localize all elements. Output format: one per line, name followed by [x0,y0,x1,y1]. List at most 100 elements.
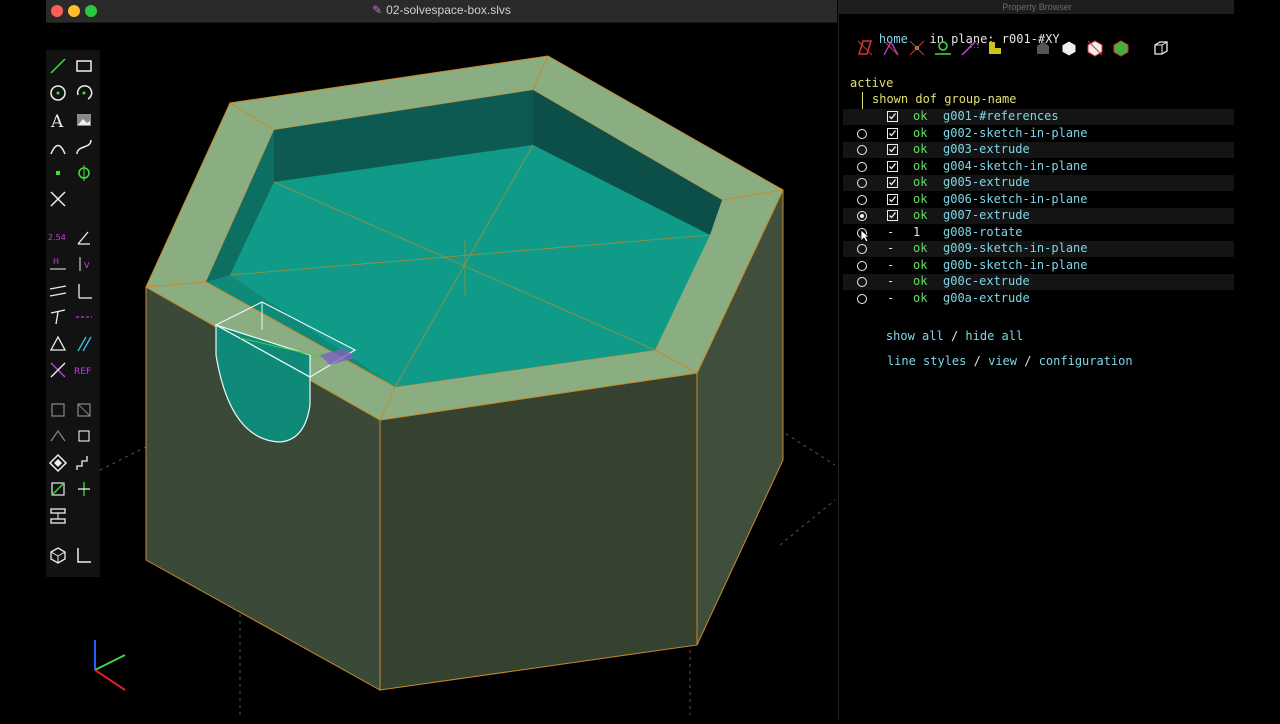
shown-dash[interactable]: - [887,241,894,255]
parallel-constraint-icon[interactable] [47,280,69,302]
group-name-link[interactable]: g009-sketch-in-plane [943,241,1088,255]
shown-dash[interactable]: - [887,274,894,288]
svg-text:A: A [50,112,64,130]
horizontal-constraint-icon[interactable]: H [47,253,69,275]
shown-checkbox[interactable] [887,127,898,139]
window-title-text: 02-solvespace-box.slvs [386,3,511,17]
text-tool-icon[interactable]: A [47,109,69,131]
group-dof: ok [913,125,928,140]
model-view[interactable] [46,23,837,720]
group-name-link[interactable]: g006-sketch-in-plane [943,192,1088,206]
show-workplanes-icon[interactable] [855,38,875,58]
distance-constraint-icon[interactable]: 2.54 [47,226,69,248]
reference-toggle-button[interactable]: REF [73,359,95,381]
active-group-radio[interactable] [857,178,867,188]
separator: / [973,354,981,368]
group-dof: ok [913,274,928,288]
group-name-link[interactable]: g002-sketch-in-plane [943,126,1088,140]
show-constraints-icon[interactable]: 2.5 [959,38,979,58]
shown-checkbox[interactable] [887,193,898,205]
rectangle-tool-icon[interactable] [73,55,95,77]
active-group-radio[interactable] [857,260,867,271]
group-row: ok g002-sketch-in-plane [843,126,1235,142]
group-name-link[interactable]: g007-extrude [943,208,1030,222]
group-dof: ok [913,142,928,156]
line-tool-icon[interactable] [47,55,69,77]
step-rotate-icon[interactable] [73,425,95,447]
main-window: ✎ 02-solvespace-box.slvs A 2.54 H V REF [46,0,837,720]
show-outlines-icon[interactable] [1085,38,1105,58]
group-dof: 1 [913,224,921,239]
active-group-radio[interactable] [857,244,867,254]
group-name-link[interactable]: g001-#references [943,109,1059,123]
group-name-link[interactable]: g00a-extrude [943,291,1030,305]
tangent-arc-icon[interactable] [47,136,69,158]
active-group-radio[interactable] [857,277,867,287]
shown-checkbox[interactable] [887,144,898,155]
property-browser-window: Property Browser home in plane: r001-#XY… [838,0,1235,720]
3d-solid-icon[interactable] [47,544,69,566]
group-name-link[interactable]: g00b-sketch-in-plane [943,258,1088,272]
shown-checkbox[interactable] [887,160,898,172]
show-edges-icon[interactable] [1059,38,1079,58]
symmetric-constraint-icon[interactable] [73,333,95,355]
zoom-extents-icon[interactable] [47,452,69,474]
show-faces-icon[interactable] [985,38,1005,58]
revolve-icon[interactable] [73,478,95,500]
active-group-radio[interactable] [857,145,867,155]
bezier-tool-icon[interactable] [73,136,95,158]
shown-dash[interactable]: - [887,225,894,239]
show-points-icon[interactable] [907,38,927,58]
dimension-steps-icon[interactable] [73,452,95,474]
nearest-iso-view-icon[interactable] [47,399,69,421]
circle-tool-icon[interactable] [47,82,69,104]
show-normals-icon[interactable] [881,38,901,58]
active-group-radio[interactable] [857,293,867,304]
equal-constraint-icon[interactable] [47,333,69,355]
group-row: - ok g00a-extrude [843,291,1235,307]
group-name-link[interactable]: g003-extrude [943,142,1030,156]
property-browser-title: Property Browser [839,0,1235,14]
group-name-link[interactable]: g004-sketch-in-plane [943,159,1088,173]
group-name-link[interactable]: g00c-extrude [943,274,1030,288]
angle-constraint-icon[interactable] [73,226,95,248]
2d-sketch-icon[interactable] [73,544,95,566]
svg-text:2.5: 2.5 [968,42,979,50]
image-tool-icon[interactable] [73,109,95,131]
perspective-toggle-icon[interactable] [1151,38,1171,58]
arc-tool-icon[interactable] [73,82,95,104]
ortho-view-icon[interactable] [73,399,95,421]
3d-viewport[interactable] [46,23,837,720]
shown-checkbox[interactable] [887,111,898,122]
active-group-radio[interactable] [857,161,867,172]
perpendicular-constraint-icon[interactable] [73,280,95,302]
shown-checkbox[interactable] [887,210,898,221]
show-mesh-icon[interactable] [1111,38,1131,58]
show-shaded-icon[interactable] [1033,38,1053,58]
group-name-link[interactable]: g005-extrude [943,175,1030,189]
active-group-radio[interactable] [857,211,867,221]
shown-dash[interactable]: - [887,258,894,272]
extrude-icon[interactable] [47,478,69,500]
vertical-constraint-icon[interactable]: V [73,253,95,275]
group-dof: ok [913,109,928,123]
lathe-icon[interactable] [47,505,69,527]
midpoint-constraint-icon[interactable] [73,306,95,328]
view-link[interactable]: view [988,354,1017,368]
step-translate-icon[interactable] [47,425,69,447]
point-tool-icon[interactable] [47,162,69,184]
shown-checkbox[interactable] [887,177,898,188]
other-constraint-icon[interactable] [47,359,69,381]
show-construction-icon[interactable] [933,38,953,58]
group-dof: ok [913,290,928,305]
line-styles-link[interactable]: line styles [887,354,966,368]
group-name-link[interactable]: g008-rotate [943,225,1022,239]
active-group-radio[interactable] [857,128,867,139]
active-group-radio[interactable] [857,194,867,205]
workplane-icon[interactable] [73,162,95,184]
group-dof: ok [913,175,928,189]
configuration-link[interactable]: configuration [1039,354,1133,368]
split-curves-icon[interactable] [47,188,69,210]
shown-dash[interactable]: - [887,291,894,305]
on-point-constraint-icon[interactable] [47,306,69,328]
